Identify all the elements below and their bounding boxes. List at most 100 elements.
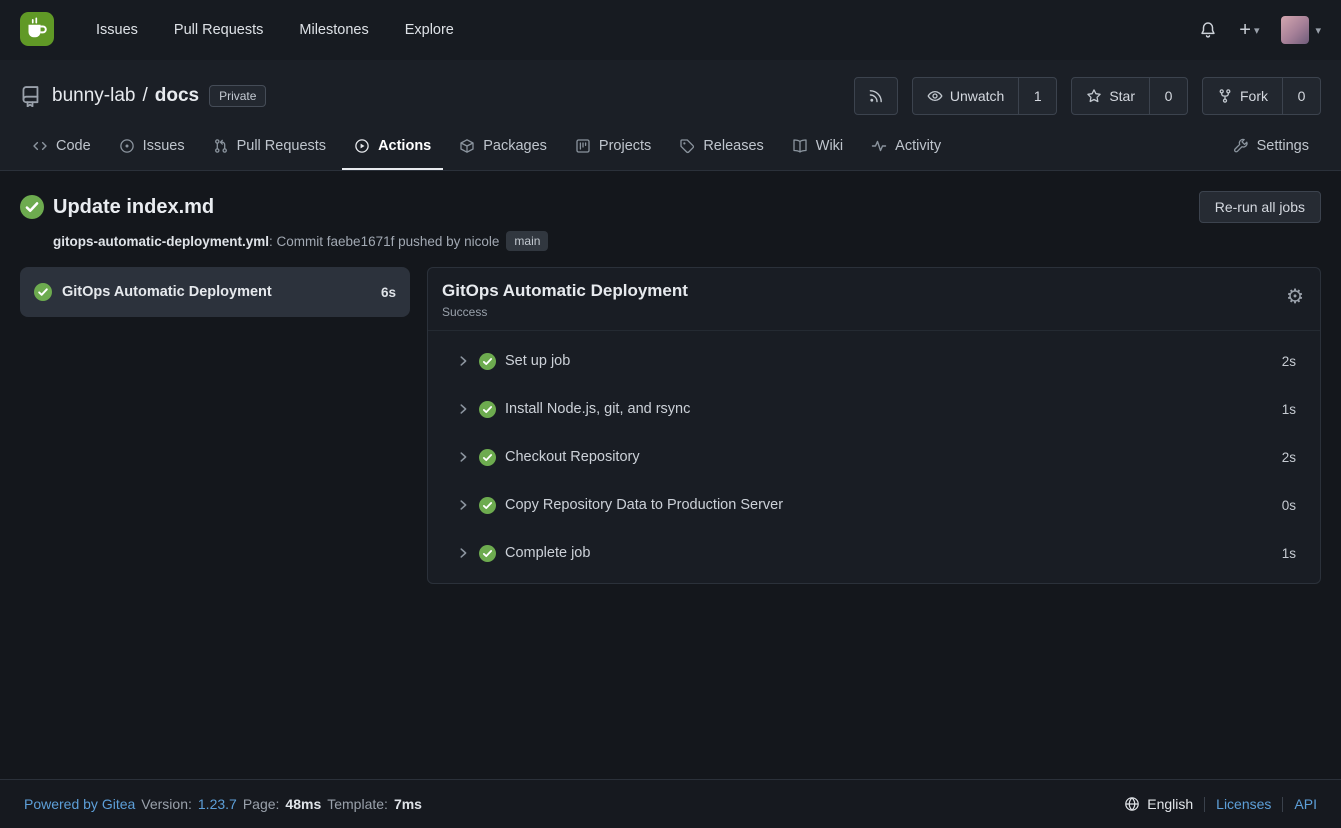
watchers-count[interactable]: 1	[1019, 77, 1057, 115]
tab-label: Pull Requests	[237, 138, 326, 154]
nav-item-explore[interactable]: Explore	[387, 0, 472, 60]
job-list: GitOps Automatic Deployment 6s	[20, 267, 410, 317]
tab-label: Releases	[703, 138, 763, 154]
nav-item-issues[interactable]: Issues	[78, 0, 156, 60]
stars-count[interactable]: 0	[1150, 77, 1188, 115]
nav-item-pull-requests[interactable]: Pull Requests	[156, 0, 281, 60]
job-item[interactable]: GitOps Automatic Deployment 6s	[20, 267, 410, 317]
branch-badge[interactable]: main	[506, 231, 548, 251]
job-detail-card: GitOps Automatic Deployment Success ⚙ Se…	[427, 267, 1321, 584]
globe-icon	[1124, 796, 1140, 812]
page-time-value: 48ms	[285, 796, 321, 812]
pull-request-icon	[213, 138, 229, 154]
step-duration: 2s	[1282, 354, 1296, 369]
fork-label: Fork	[1240, 88, 1268, 104]
footer-meta: Powered by Gitea Version: 1.23.7 Page: 4…	[24, 796, 422, 812]
run-body: GitOps Automatic Deployment 6s GitOps Au…	[20, 267, 1321, 584]
job-options-gear-icon[interactable]: ⚙	[1286, 287, 1304, 307]
step-duration: 1s	[1282, 402, 1296, 417]
tag-icon	[679, 138, 695, 154]
repo-tab-bar: Code Issues Pull Requests	[20, 124, 1321, 170]
gitea-logo[interactable]	[20, 13, 54, 47]
chevron-right-icon	[456, 354, 470, 368]
step-row[interactable]: Checkout Repository 2s	[428, 433, 1320, 481]
tab-packages[interactable]: Packages	[447, 124, 559, 170]
tab-label: Packages	[483, 138, 547, 154]
page-footer: Powered by Gitea Version: 1.23.7 Page: 4…	[0, 779, 1341, 828]
unwatch-button[interactable]: Unwatch	[912, 77, 1019, 115]
step-row[interactable]: Set up job 2s	[428, 337, 1320, 385]
tab-issues[interactable]: Issues	[107, 124, 197, 170]
step-row[interactable]: Install Node.js, git, and rsync 1s	[428, 385, 1320, 433]
rerun-all-jobs-button[interactable]: Re-run all jobs	[1199, 191, 1321, 223]
step-name: Install Node.js, git, and rsync	[505, 401, 690, 417]
fork-button-group: Fork 0	[1202, 77, 1321, 115]
job-detail-title-block: GitOps Automatic Deployment Success	[442, 281, 688, 319]
version-link[interactable]: 1.23.7	[198, 796, 237, 812]
watch-button-group: Unwatch 1	[912, 77, 1057, 115]
actions-run-view: Update index.md Re-run all jobs gitops-a…	[0, 171, 1341, 779]
tab-pull-requests[interactable]: Pull Requests	[201, 124, 338, 170]
top-navbar: Issues Pull Requests Milestones Explore …	[0, 0, 1341, 60]
user-menu[interactable]: ▾	[1281, 16, 1321, 44]
success-check-icon	[479, 545, 496, 562]
tab-wiki[interactable]: Wiki	[780, 124, 855, 170]
step-name: Set up job	[505, 353, 570, 369]
tab-label: Code	[56, 138, 91, 154]
workflow-file-name: gitops-automatic-deployment.yml	[53, 234, 269, 249]
navbar-right-group: + ▾ ▾	[1199, 16, 1321, 44]
forks-count[interactable]: 0	[1283, 77, 1321, 115]
tab-activity[interactable]: Activity	[859, 124, 953, 170]
run-subtitle: gitops-automatic-deployment.yml: Commit …	[53, 231, 1321, 251]
fork-button[interactable]: Fork	[1202, 77, 1283, 115]
fork-icon	[1217, 88, 1233, 104]
version-label: Version:	[141, 796, 192, 812]
api-link[interactable]: API	[1294, 796, 1317, 812]
step-name: Copy Repository Data to Production Serve…	[505, 497, 783, 513]
create-new-button[interactable]: + ▾	[1239, 20, 1259, 40]
chevron-down-icon: ▾	[1315, 24, 1321, 37]
success-check-icon	[479, 401, 496, 418]
chevron-down-icon: ▾	[1254, 24, 1260, 37]
notifications-button[interactable]	[1199, 21, 1217, 39]
star-button[interactable]: Star	[1071, 77, 1150, 115]
book-icon	[792, 138, 808, 154]
package-icon	[459, 138, 475, 154]
template-time-value: 7ms	[394, 796, 422, 812]
code-icon	[32, 138, 48, 154]
repo-header: bunny-lab / docs Private	[0, 60, 1341, 171]
avatar	[1281, 16, 1309, 44]
success-check-icon	[479, 353, 496, 370]
tab-label: Activity	[895, 138, 941, 154]
settings-wrench-icon	[1233, 138, 1249, 154]
step-duration: 0s	[1282, 498, 1296, 513]
powered-by-gitea-link[interactable]: Powered by Gitea	[24, 796, 135, 812]
activity-pulse-icon	[871, 138, 887, 154]
tab-projects[interactable]: Projects	[563, 124, 663, 170]
step-row[interactable]: Copy Repository Data to Production Serve…	[428, 481, 1320, 529]
tab-actions[interactable]: Actions	[342, 124, 443, 170]
tab-code[interactable]: Code	[20, 124, 103, 170]
tab-releases[interactable]: Releases	[667, 124, 775, 170]
tab-settings[interactable]: Settings	[1221, 124, 1321, 170]
breadcrumb-separator: /	[142, 85, 147, 107]
step-row[interactable]: Complete job 1s	[428, 529, 1320, 577]
commit-text: : Commit faebe1671f pushed by nicole	[269, 234, 499, 249]
footer-divider	[1204, 797, 1205, 812]
tab-label: Settings	[1257, 138, 1309, 154]
nav-item-milestones[interactable]: Milestones	[281, 0, 386, 60]
plus-icon: +	[1239, 20, 1251, 40]
private-badge: Private	[209, 85, 266, 107]
chevron-right-icon	[456, 402, 470, 416]
rss-button[interactable]	[854, 77, 898, 115]
licenses-link[interactable]: Licenses	[1216, 796, 1271, 812]
repo-owner-link[interactable]: bunny-lab	[52, 85, 135, 107]
language-selector[interactable]: English	[1124, 796, 1193, 812]
star-button-group: Star 0	[1071, 77, 1188, 115]
success-check-icon	[34, 283, 52, 301]
job-status-text: Success	[442, 305, 688, 319]
eye-icon	[927, 88, 943, 104]
run-header: Update index.md Re-run all jobs	[20, 191, 1321, 223]
repo-breadcrumb: bunny-lab / docs	[52, 85, 199, 107]
repo-name-link[interactable]: docs	[155, 85, 199, 107]
